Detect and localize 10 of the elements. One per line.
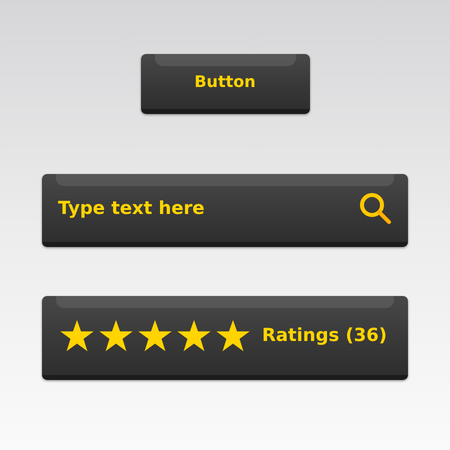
- search-field[interactable]: Type text here: [42, 174, 408, 247]
- star-icon: [99, 320, 133, 352]
- button[interactable]: Button: [140, 54, 310, 114]
- ratings-label: Ratings (36): [262, 324, 387, 348]
- star-icon: [177, 320, 211, 352]
- search-icon[interactable]: [358, 191, 392, 225]
- star-icon: [138, 320, 172, 352]
- star-icon: [216, 320, 250, 352]
- star-icon: [60, 320, 94, 352]
- search-input[interactable]: Type text here: [58, 194, 358, 222]
